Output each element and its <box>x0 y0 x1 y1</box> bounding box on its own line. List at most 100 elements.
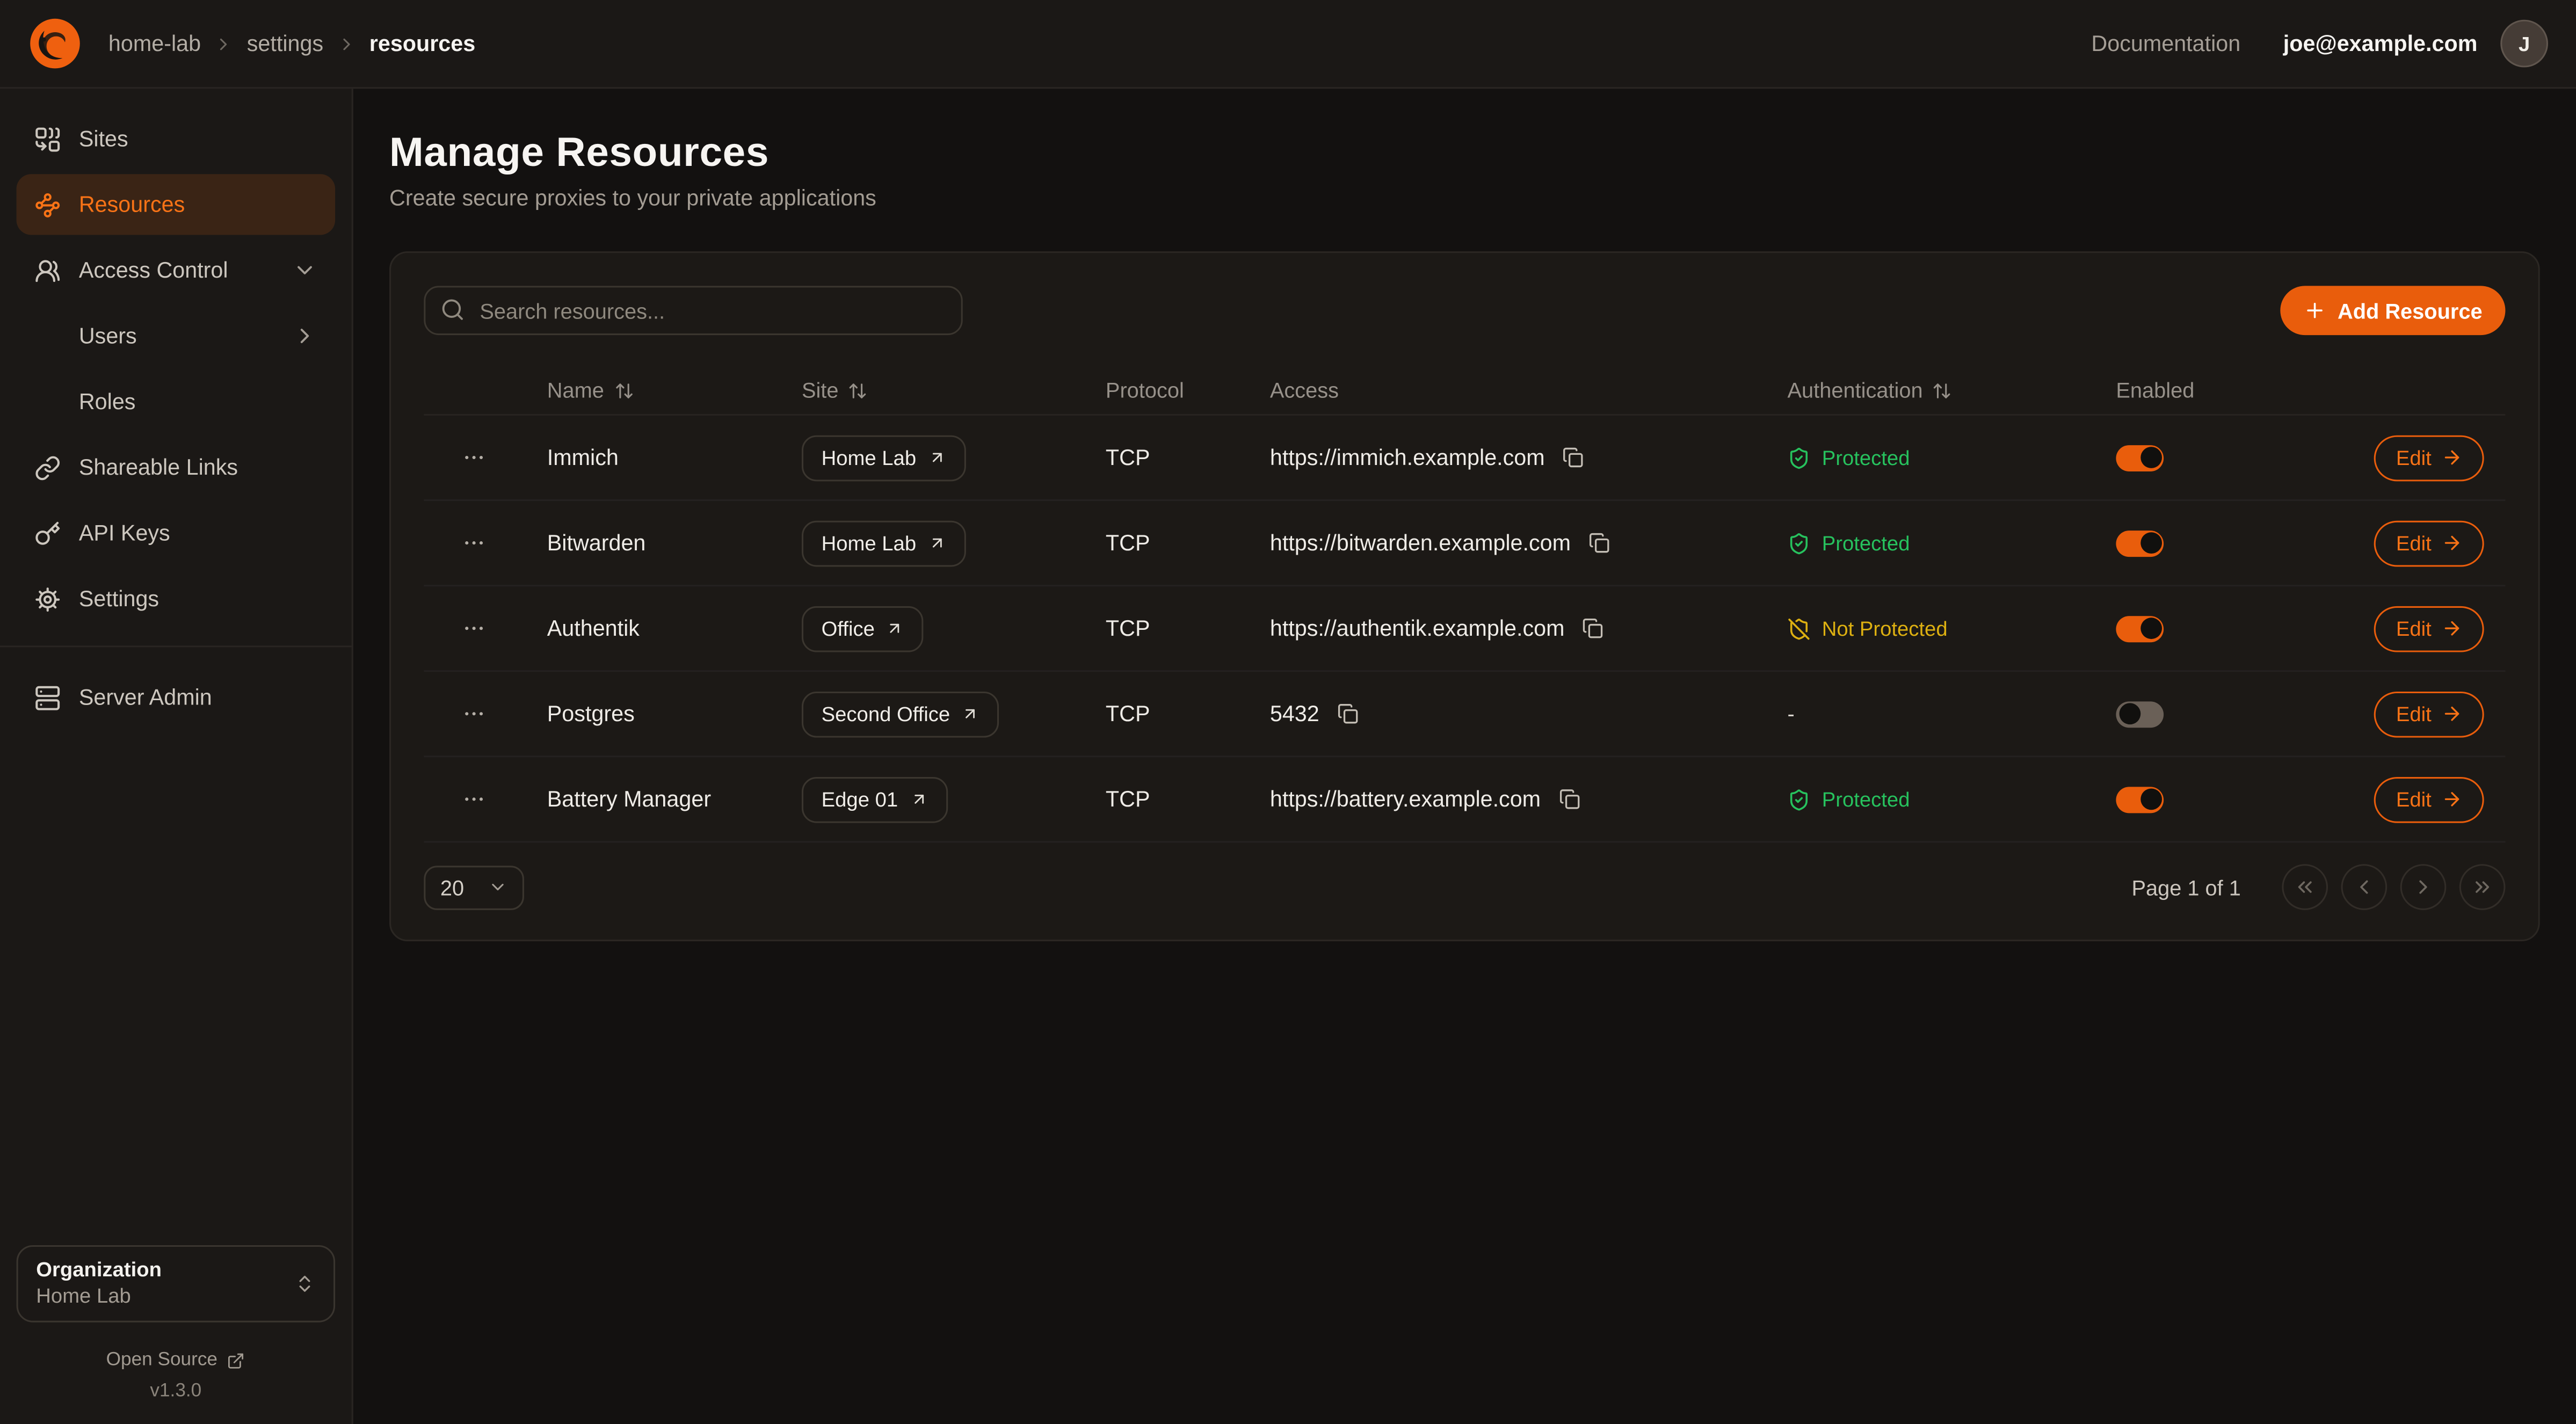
pagination-prev-button[interactable] <box>2341 864 2388 910</box>
key-icon <box>34 520 61 546</box>
table-row: BitwardenHome LabTCPhttps://bitwarden.ex… <box>424 501 2505 586</box>
sidebar-item-sites[interactable]: Sites <box>17 108 336 169</box>
ellipsis-icon <box>461 616 485 641</box>
chevron-right-icon <box>2412 876 2435 899</box>
table-row: ImmichHome LabTCPhttps://immich.example.… <box>424 416 2505 501</box>
pagination-controls: Page 1 of 1 <box>2131 864 2505 910</box>
copy-button[interactable] <box>1334 700 1362 728</box>
user-email[interactable]: joe@example.com <box>2283 31 2478 56</box>
chevron-right-icon <box>293 324 317 348</box>
sidebar-item-api-keys[interactable]: API Keys <box>17 503 336 563</box>
sidebar-item-label: Resources <box>79 192 317 217</box>
copy-button[interactable] <box>1556 785 1584 813</box>
arrow-up-right-icon <box>886 619 904 637</box>
shield-check-icon <box>1788 446 1811 469</box>
row-menu-button[interactable] <box>454 695 492 732</box>
resource-name: Bitwarden <box>523 531 777 555</box>
link-icon <box>34 454 61 481</box>
enabled-toggle[interactable] <box>2116 786 2164 812</box>
page-indicator: Page 1 of 1 <box>2131 875 2240 899</box>
app-logo-icon[interactable] <box>28 17 82 71</box>
sidebar-item-label: Settings <box>79 586 317 611</box>
sidebar-nav: Sites Resources Access Control Users RolesSh… <box>17 108 336 733</box>
breadcrumb: home-lab settings resources <box>108 31 475 56</box>
auth-status-badge: Not Protected <box>1763 617 2092 640</box>
page-size-select[interactable]: 20 <box>424 865 524 910</box>
organization-selector[interactable]: Organization Home Lab <box>17 1245 336 1323</box>
edit-button[interactable]: Edit <box>2375 691 2484 737</box>
sidebar-item-shareable-links[interactable]: Shareable Links <box>17 437 336 498</box>
column-header-site[interactable]: Site <box>777 378 1081 403</box>
sidebar-item-users[interactable]: Users <box>17 306 336 366</box>
row-menu-button[interactable] <box>454 609 492 647</box>
arrow-right-icon <box>2441 788 2463 810</box>
arrow-up-down-icon[interactable] <box>848 380 868 400</box>
chevron-down-icon <box>488 877 508 897</box>
resource-protocol: TCP <box>1081 531 1245 555</box>
open-source-link[interactable]: Open Source <box>17 1350 336 1370</box>
toggle-knob <box>2140 447 2161 468</box>
resource-name: Postgres <box>523 701 777 726</box>
toggle-knob <box>2140 532 2161 554</box>
user-avatar[interactable]: J <box>2500 20 2548 68</box>
sidebar-item-resources[interactable]: Resources <box>17 174 336 235</box>
table-row: Battery ManagerEdge 01TCPhttps://battery… <box>424 757 2505 842</box>
copy-button[interactable] <box>1579 614 1607 642</box>
site-link[interactable]: Home Lab <box>802 434 966 481</box>
waypoints-icon <box>34 191 61 217</box>
pagination-last-button[interactable] <box>2459 864 2506 910</box>
auth-status-badge: Protected <box>1763 788 2092 811</box>
enabled-toggle[interactable] <box>2116 445 2164 471</box>
copy-icon <box>1563 447 1584 468</box>
site-name: Home Lab <box>822 446 916 469</box>
breadcrumb-item-settings[interactable]: settings <box>247 31 323 56</box>
column-header-name[interactable]: Name <box>523 378 777 403</box>
sidebar-item-server-admin[interactable]: Server Admin <box>17 667 336 728</box>
enabled-toggle[interactable] <box>2116 530 2164 556</box>
copy-button[interactable] <box>1559 444 1587 471</box>
enabled-toggle[interactable] <box>2116 701 2164 727</box>
edit-button[interactable]: Edit <box>2375 520 2484 566</box>
breadcrumb-item-resources[interactable]: resources <box>369 31 475 56</box>
chevron-left-icon <box>2353 876 2376 899</box>
arrow-up-right-icon <box>928 534 946 552</box>
pagination: 20 Page 1 of 1 <box>424 864 2505 910</box>
documentation-link[interactable]: Documentation <box>2091 31 2240 56</box>
copy-button[interactable] <box>1586 529 1614 557</box>
edit-button[interactable]: Edit <box>2375 434 2484 481</box>
shield-check-icon <box>1788 788 1811 811</box>
site-link[interactable]: Home Lab <box>802 520 966 566</box>
column-header-authentication[interactable]: Authentication <box>1763 378 2092 403</box>
chevron-right-icon <box>214 34 234 54</box>
search-input[interactable] <box>424 286 962 335</box>
row-menu-button[interactable] <box>454 439 492 476</box>
resources-toolbar: Add Resource <box>424 286 2505 335</box>
edit-button[interactable]: Edit <box>2375 776 2484 823</box>
breadcrumb-item-org[interactable]: home-lab <box>108 31 201 56</box>
resource-protocol: TCP <box>1081 701 1245 726</box>
arrow-up-down-icon[interactable] <box>1933 380 1953 400</box>
auth-status-label: Protected <box>1822 788 1910 811</box>
add-resource-label: Add Resource <box>2338 298 2483 323</box>
server-icon <box>34 684 61 710</box>
site-link[interactable]: Office <box>802 605 924 651</box>
sidebar-item-roles[interactable]: Roles <box>17 371 336 432</box>
row-menu-button[interactable] <box>454 780 492 818</box>
enabled-toggle[interactable] <box>2116 615 2164 642</box>
arrow-right-icon <box>2441 447 2463 468</box>
site-link[interactable]: Edge 01 <box>802 776 947 823</box>
arrow-up-right-icon <box>962 704 980 723</box>
sidebar-item-label: Sites <box>79 127 317 151</box>
add-resource-button[interactable]: Add Resource <box>2280 286 2506 335</box>
sidebar-item-label: Users <box>79 324 274 348</box>
sidebar-item-access-control[interactable]: Access Control <box>17 240 336 301</box>
pagination-next-button[interactable] <box>2400 864 2447 910</box>
arrow-up-down-icon[interactable] <box>614 380 634 400</box>
sidebar-item-settings[interactable]: Settings <box>17 569 336 629</box>
edit-button[interactable]: Edit <box>2375 605 2484 651</box>
arrow-right-icon <box>2441 617 2463 639</box>
pagination-first-button[interactable] <box>2282 864 2328 910</box>
row-menu-button[interactable] <box>454 524 492 562</box>
resources-table: NameSiteProtocolAccessAuthenticationEnab… <box>424 366 2505 842</box>
site-link[interactable]: Second Office <box>802 691 999 737</box>
